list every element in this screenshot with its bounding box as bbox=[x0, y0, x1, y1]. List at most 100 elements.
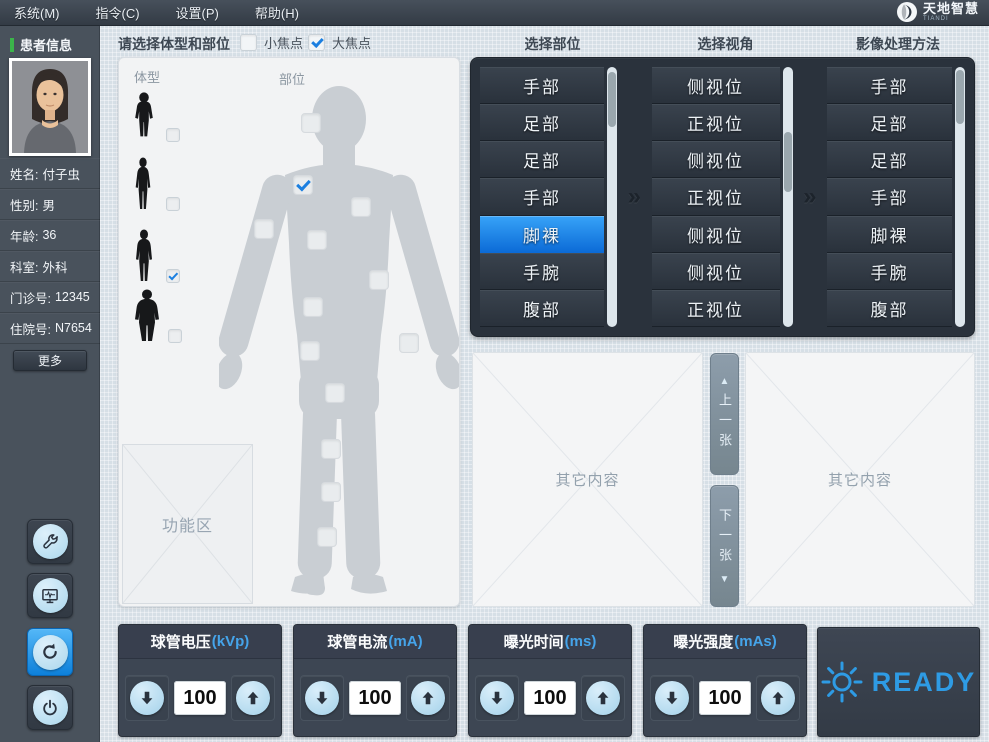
part-checkbox-right-knee[interactable] bbox=[321, 439, 341, 459]
menu-command[interactable]: 指令(C) bbox=[96, 3, 140, 22]
up-arrow-icon bbox=[595, 690, 611, 706]
patient-photo bbox=[9, 58, 91, 156]
part-item[interactable]: 手腕 bbox=[480, 253, 604, 290]
power-button[interactable] bbox=[27, 685, 73, 730]
part-checkbox-right-elbow[interactable] bbox=[369, 270, 389, 290]
previous-image-button[interactable]: ▲ 上一张 bbox=[710, 353, 739, 475]
process-list-scrollbar[interactable] bbox=[955, 67, 965, 327]
body-type-male-checkbox[interactable] bbox=[166, 269, 180, 283]
mas-increase-button[interactable] bbox=[756, 675, 800, 721]
view-item[interactable]: 侧视位 bbox=[652, 67, 780, 104]
part-checkbox-left-upper-arm[interactable] bbox=[254, 219, 274, 239]
view-item[interactable]: 侧视位 bbox=[652, 253, 780, 290]
view-item[interactable]: 侧视位 bbox=[652, 216, 780, 253]
part-checkbox-right-shoulder[interactable] bbox=[351, 197, 371, 217]
process-item[interactable]: 手部 bbox=[827, 67, 952, 104]
more-button[interactable]: 更多 bbox=[13, 350, 87, 371]
kvp-increase-button[interactable] bbox=[231, 675, 275, 721]
view-item[interactable]: 正视位 bbox=[652, 290, 780, 327]
monitor-button[interactable] bbox=[27, 573, 73, 618]
brand-name: 天地智慧 bbox=[923, 2, 979, 15]
small-focus-checkbox[interactable] bbox=[240, 34, 257, 51]
part-item[interactable]: 脚裸 bbox=[480, 216, 604, 253]
part-checkbox-head[interactable] bbox=[301, 113, 321, 133]
preview-left-label: 其它内容 bbox=[473, 353, 702, 606]
image-process-header: 影像处理方法 bbox=[818, 34, 978, 54]
part-checkbox-right-thigh[interactable] bbox=[325, 383, 345, 403]
view-item[interactable]: 侧视位 bbox=[652, 141, 780, 178]
ready-button[interactable]: READY bbox=[817, 627, 980, 737]
power-icon bbox=[33, 690, 68, 725]
reset-button[interactable] bbox=[27, 628, 73, 676]
down-arrow-icon bbox=[139, 690, 155, 706]
mas-value[interactable]: 100 bbox=[699, 681, 751, 715]
part-checkbox-chest[interactable] bbox=[307, 230, 327, 250]
menu-system[interactable]: 系统(M) bbox=[14, 3, 60, 22]
body-type-heavy[interactable] bbox=[132, 289, 182, 345]
ms-increase-button[interactable] bbox=[581, 675, 625, 721]
ms-decrease-button[interactable] bbox=[475, 675, 519, 721]
part-list: 手部 足部 足部 手部 脚裸 手腕 腹部 bbox=[480, 67, 617, 327]
part-item[interactable]: 足部 bbox=[480, 141, 604, 178]
body-type-male[interactable] bbox=[132, 229, 182, 285]
mas-decrease-button[interactable] bbox=[650, 675, 694, 721]
brand-logo: 天地智慧 TIANDI bbox=[896, 1, 979, 23]
ma-increase-button[interactable] bbox=[406, 675, 450, 721]
reset-icon bbox=[33, 635, 68, 670]
chevron-right-separator: » bbox=[617, 67, 652, 327]
body-silhouette bbox=[219, 83, 459, 603]
body-type-label: 体型 bbox=[134, 67, 160, 86]
process-list: 手部 足部 足部 手部 脚裸 手腕 腹部 bbox=[827, 67, 965, 327]
large-focus-checkbox[interactable] bbox=[308, 34, 325, 51]
part-checkbox-left-collar[interactable] bbox=[293, 175, 313, 195]
large-focus-label: 大焦点 bbox=[332, 33, 371, 52]
view-list: 侧视位 正视位 侧视位 正视位 侧视位 侧视位 正视位 bbox=[652, 67, 793, 327]
app-window: 系统(M) 指令(C) 设置(P) 帮助(H) 天地智慧 TIANDI 患者信息 bbox=[0, 0, 989, 742]
view-list-scrollbar[interactable] bbox=[783, 67, 793, 327]
ma-decrease-button[interactable] bbox=[300, 675, 344, 721]
up-arrow-icon bbox=[420, 690, 436, 706]
part-checkbox-right-shin[interactable] bbox=[321, 482, 341, 502]
menu-settings[interactable]: 设置(P) bbox=[176, 3, 219, 22]
body-type-heavy-checkbox[interactable] bbox=[168, 329, 182, 343]
part-checkbox-right-ankle[interactable] bbox=[317, 527, 337, 547]
kvp-param-title: 球管电压(kVp) bbox=[119, 625, 281, 659]
ms-param-panel: 曝光时间(ms) 100 bbox=[468, 624, 632, 737]
mas-param-panel: 曝光强度(mAs) 100 bbox=[643, 624, 807, 737]
part-list-scrollbar[interactable] bbox=[607, 67, 617, 327]
process-item[interactable]: 脚裸 bbox=[827, 216, 952, 253]
body-type-slim-female-checkbox[interactable] bbox=[166, 197, 180, 211]
ma-param-title: 球管电流(mA) bbox=[294, 625, 456, 659]
part-checkbox-abdomen[interactable] bbox=[303, 297, 323, 317]
part-item[interactable]: 手部 bbox=[480, 67, 604, 104]
body-type-slim-female[interactable] bbox=[132, 157, 182, 213]
view-item[interactable]: 正视位 bbox=[652, 104, 780, 141]
process-item[interactable]: 手腕 bbox=[827, 253, 952, 290]
process-item[interactable]: 足部 bbox=[827, 104, 952, 141]
up-arrow-icon bbox=[245, 690, 261, 706]
mas-param-title: 曝光强度(mAs) bbox=[644, 625, 806, 659]
up-arrow-icon bbox=[770, 690, 786, 706]
process-item[interactable]: 足部 bbox=[827, 141, 952, 178]
ms-value[interactable]: 100 bbox=[524, 681, 576, 715]
body-type-child[interactable] bbox=[132, 92, 182, 142]
ma-param-panel: 球管电流(mA) 100 bbox=[293, 624, 457, 737]
preview-right-label: 其它内容 bbox=[746, 353, 974, 606]
view-item[interactable]: 正视位 bbox=[652, 178, 780, 215]
process-item[interactable]: 手部 bbox=[827, 178, 952, 215]
process-item[interactable]: 腹部 bbox=[827, 290, 952, 327]
part-item[interactable]: 手部 bbox=[480, 178, 604, 215]
ma-value[interactable]: 100 bbox=[349, 681, 401, 715]
function-area-placeholder: 功能区 bbox=[122, 444, 253, 604]
body-type-child-checkbox[interactable] bbox=[166, 128, 180, 142]
tools-button[interactable] bbox=[27, 519, 73, 564]
part-checkbox-right-hand[interactable] bbox=[399, 333, 419, 353]
part-item[interactable]: 腹部 bbox=[480, 290, 604, 327]
menu-help[interactable]: 帮助(H) bbox=[255, 3, 299, 22]
kvp-value[interactable]: 100 bbox=[174, 681, 226, 715]
next-image-button[interactable]: 下一张 ▼ bbox=[710, 485, 739, 607]
part-item[interactable]: 足部 bbox=[480, 104, 604, 141]
kvp-decrease-button[interactable] bbox=[125, 675, 169, 721]
part-checkbox-pelvis[interactable] bbox=[300, 341, 320, 361]
up-arrow-icon: ▲ bbox=[720, 376, 730, 387]
